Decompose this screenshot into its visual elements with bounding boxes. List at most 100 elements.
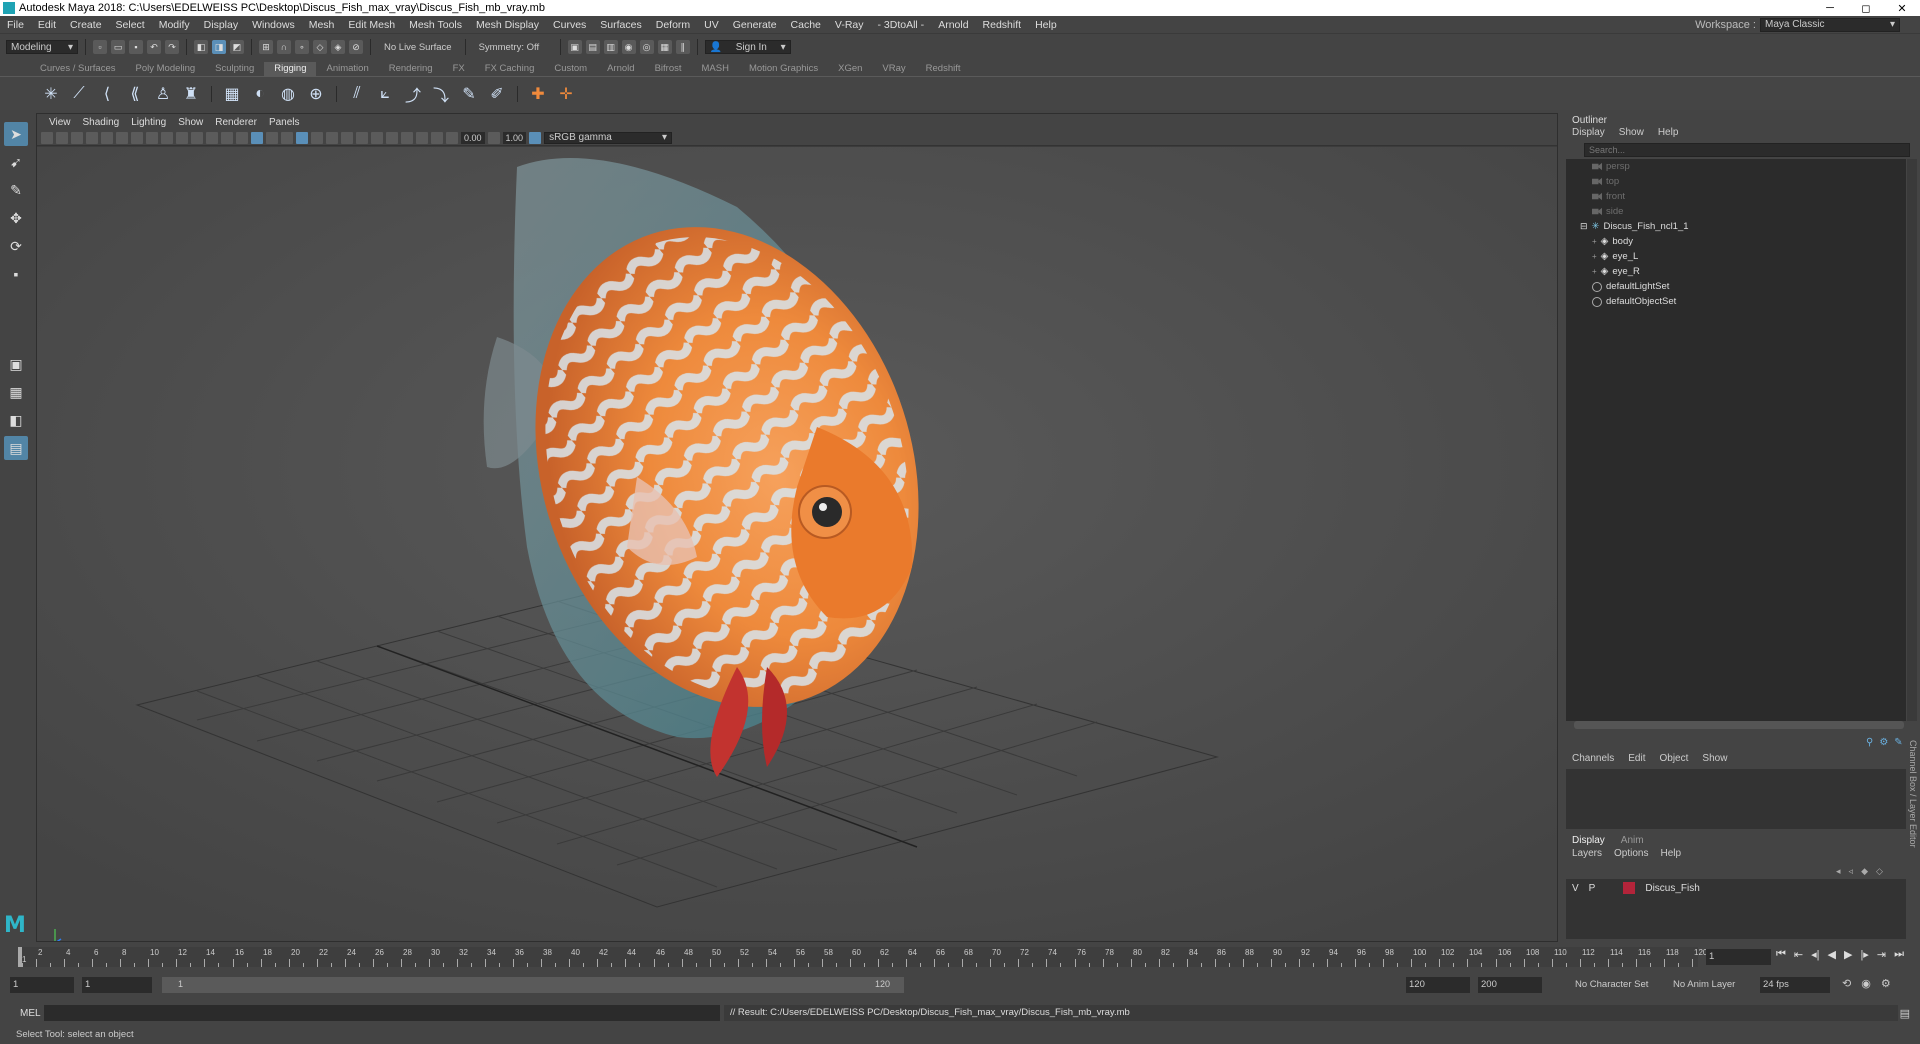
channel-menu-show[interactable]: Show [1702,753,1727,764]
attribute-editor-icon[interactable]: ⚙ [1879,737,1888,748]
textured-icon[interactable] [296,131,308,144]
snap-point-icon[interactable]: ∘ [295,40,309,54]
tool-settings-icon[interactable]: ✎ [1894,737,1902,748]
move-layer-up-icon[interactable]: ◂ [1836,866,1841,877]
mel-label[interactable]: MEL [20,1008,44,1019]
gamma-field[interactable]: 1.00 [502,131,527,144]
channel-menu-edit[interactable]: Edit [1628,753,1645,764]
ipr-render-icon[interactable]: ▥ [603,40,618,54]
menu-mesh-display[interactable]: Mesh Display [469,19,546,31]
anim-layer-dropdown[interactable]: No Anim Layer [1670,977,1750,993]
skin-weights-icon[interactable]: ✐ [486,83,508,105]
single-perspective-layout-icon[interactable]: ▣ [4,352,28,376]
render-frame-icon[interactable]: ▤ [585,40,600,54]
tab-display[interactable]: Display [1572,835,1605,846]
go-to-end-icon[interactable]: ⏭ [1894,948,1904,961]
menu-mesh[interactable]: Mesh [302,19,342,31]
snap-grid-icon[interactable]: ⊞ [259,40,273,54]
menu-set-dropdown[interactable]: Modeling ▾ [6,40,78,54]
detach-skin-icon[interactable]: ⤵ [430,83,452,105]
outliner-menu-show[interactable]: Show [1619,127,1644,138]
constraint-icon[interactable]: ✛ [555,83,577,105]
save-scene-icon[interactable]: ▪ [129,40,143,54]
preferences-icon[interactable]: ⚙ [1881,977,1891,990]
grid-toggle-icon[interactable] [131,131,143,144]
2d-pan-zoom-icon[interactable] [101,131,113,144]
rotate-tool-icon[interactable]: ⟳ [4,234,28,258]
motion-blur-icon[interactable] [356,131,368,144]
minimize-button[interactable]: ─ [1812,2,1848,15]
render-view-icon[interactable]: ▣ [567,40,582,54]
step-back-frame-icon[interactable]: ◂| [1811,948,1819,961]
character-set-dropdown[interactable]: No Character Set [1572,977,1656,993]
fps-dropdown[interactable]: 24 fps [1760,977,1830,993]
shelf-tab-redshift[interactable]: Redshift [916,62,971,76]
smooth-shade-icon[interactable] [251,131,263,144]
menu-help[interactable]: Help [1028,19,1064,31]
four-view-layout-icon[interactable]: ▦ [4,380,28,404]
play-backward-icon[interactable]: ◀ [1828,948,1836,961]
playback-start-field[interactable]: 1 [82,977,152,993]
paint-skin-icon[interactable]: ✎ [458,83,480,105]
shelf-tab-vray[interactable]: VRay [872,62,915,76]
joint-tool-icon[interactable]: ✳ [40,83,62,105]
layer-visibility-toggle[interactable]: V [1572,883,1579,894]
snap-view-icon[interactable]: ◇ [313,40,327,54]
outliner-vertical-scrollbar[interactable] [1907,159,1917,721]
playback-end-field[interactable]: 120 [1406,977,1470,993]
film-gate-icon[interactable] [146,131,158,144]
play-forward-icon[interactable]: ▶ [1844,948,1852,961]
outliner-item-front[interactable]: front [1592,189,1625,204]
safe-action-icon[interactable] [206,131,218,144]
live-surface-field[interactable]: No Live Surface [378,42,458,53]
layer-menu-options[interactable]: Options [1614,848,1648,859]
camera-select-icon[interactable] [41,131,53,144]
range-slider-bar[interactable]: 1 120 [162,977,904,993]
select-component-icon[interactable]: ◩ [230,40,244,54]
shelf-tab-fx[interactable]: FX [443,62,475,76]
default-material-icon[interactable] [266,131,278,144]
scale-tool-icon[interactable]: ▪ [4,262,28,286]
layer-menu-layers[interactable]: Layers [1572,848,1602,859]
persp-outliner-layout-icon[interactable]: ◧ [4,408,28,432]
gamma-icon[interactable] [487,131,500,144]
outliner-menu-display[interactable]: Display [1572,127,1605,138]
menu-edit-mesh[interactable]: Edit Mesh [341,19,402,31]
move-tool-icon[interactable]: ✥ [4,206,28,230]
hypershade-icon[interactable]: ◎ [639,40,654,54]
menu-arnold[interactable]: Arnold [931,19,975,31]
viewport-panel[interactable]: View Shading Lighting Show Renderer Pane… [36,113,1558,942]
maximize-button[interactable]: ◻ [1848,2,1884,15]
new-empty-layer-icon[interactable]: ◆ [1861,866,1868,877]
shelf-tab-sculpting[interactable]: Sculpting [205,62,264,76]
viewport-menu-view[interactable]: View [43,117,77,128]
anti-aliasing-icon[interactable] [371,131,383,144]
channel-menu-channels[interactable]: Channels [1572,753,1614,764]
menu-display[interactable]: Display [197,19,245,31]
outliner-item-default-object-set[interactable]: defaultObjectSet [1592,294,1676,309]
bind-skin-icon[interactable]: ⫽ [346,83,368,105]
outliner-item-default-light-set[interactable]: defaultLightSet [1592,279,1669,294]
menu-create[interactable]: Create [63,19,109,31]
lattice-icon[interactable]: ▦ [221,83,243,105]
resolution-gate-icon[interactable] [161,131,173,144]
animation-end-field[interactable]: 200 [1478,977,1542,993]
outliner-menu-help[interactable]: Help [1658,127,1679,138]
close-button[interactable]: ✕ [1884,2,1920,15]
grease-pencil-icon[interactable] [116,131,128,144]
ik-spline-icon[interactable]: ⟨ [96,83,118,105]
pause-icon[interactable]: ∥ [675,40,690,54]
view-transform-dropdown[interactable]: sRGB gamma ▾ [544,131,673,144]
outliner-search-input[interactable]: Search... [1584,143,1910,157]
shelf-tab-xgen[interactable]: XGen [828,62,872,76]
menu-windows[interactable]: Windows [245,19,302,31]
shelf-tab-arnold[interactable]: Arnold [597,62,644,76]
isolate-select-icon[interactable] [401,131,413,144]
menu-curves[interactable]: Curves [546,19,593,31]
layer-row-discus-fish[interactable]: V P Discus_Fish [1572,882,1700,894]
script-editor-icon[interactable]: ▤ [1900,1007,1910,1020]
outliner-item-persp[interactable]: persp [1592,159,1630,174]
shelf-tab-rendering[interactable]: Rendering [379,62,443,76]
menu-edit[interactable]: Edit [31,19,63,31]
safe-title-icon[interactable] [221,131,233,144]
